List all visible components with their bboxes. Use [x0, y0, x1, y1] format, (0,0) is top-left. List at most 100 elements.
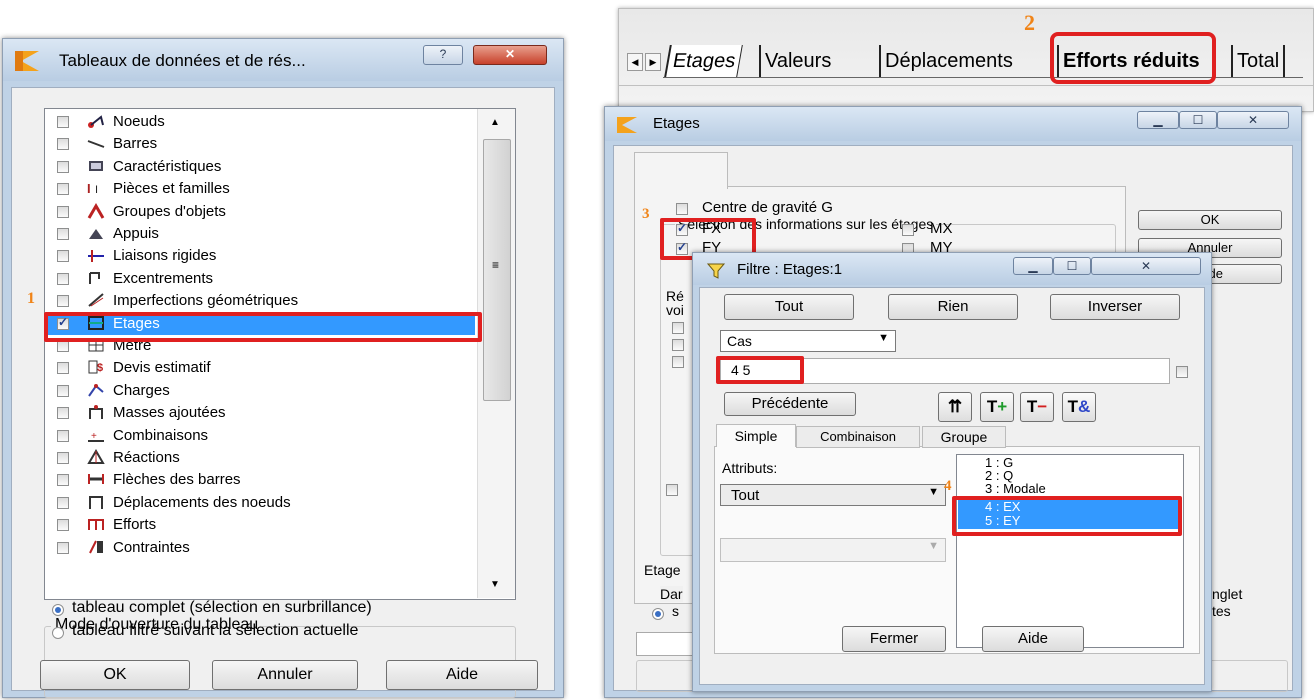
- highlight-input: [716, 356, 804, 384]
- case-list: 1 : G 2 : Q 3 : Modale 4 : EX 5 : EY: [956, 454, 1184, 648]
- filter-add-icon[interactable]: T+: [980, 392, 1014, 422]
- partial-text-dar: Dar: [660, 586, 683, 602]
- list-item[interactable]: $ Devis estimatif: [45, 357, 475, 379]
- filtre-minimize-button[interactable]: ▁: [1013, 257, 1053, 275]
- list-item-checkbox[interactable]: [57, 272, 69, 285]
- list-item[interactable]: Contraintes: [45, 537, 475, 559]
- partial-checkbox-4[interactable]: [666, 484, 678, 496]
- tab-combinaison[interactable]: Combinaison: [796, 426, 920, 448]
- list-item-checkbox[interactable]: [57, 138, 69, 151]
- filtre-dialog: Filtre : Etages:1 ▁ ☐ ✕ Tout Rien Invers…: [692, 252, 1212, 692]
- filtre-dialog-body: Tout Rien Inverser Cas ▼ 4 5 Précédente …: [699, 287, 1205, 685]
- list-item-checkbox[interactable]: [57, 496, 69, 509]
- precedente-button[interactable]: Précédente: [724, 392, 856, 416]
- inverser-button[interactable]: Inverser: [1050, 294, 1180, 320]
- etages-ok-button[interactable]: OK: [1138, 210, 1282, 230]
- list-item-checkbox[interactable]: [57, 474, 69, 487]
- partial-checkbox-2[interactable]: [672, 339, 684, 351]
- list-item[interactable]: Excentrements: [45, 268, 475, 290]
- list-item[interactable]: Efforts: [45, 514, 475, 536]
- case-item-3[interactable]: 3 : Modale: [985, 482, 1046, 495]
- list-item[interactable]: Groupes d'objets: [45, 201, 475, 223]
- etages-page-tab[interactable]: [634, 152, 728, 189]
- fermer-button[interactable]: Fermer: [842, 626, 946, 652]
- list-item[interactable]: Réactions: [45, 447, 475, 469]
- attributs-combo[interactable]: Tout ▼: [720, 484, 946, 506]
- list-item-checkbox[interactable]: [57, 384, 69, 397]
- close-title-button[interactable]: ✕: [473, 45, 547, 65]
- tab-groupe[interactable]: Groupe: [922, 426, 1006, 448]
- centre-gravite-checkbox[interactable]: [676, 203, 688, 215]
- scroll-thumb[interactable]: ≡: [483, 139, 511, 401]
- list-item[interactable]: + Combinaisons: [45, 425, 475, 447]
- tab-scroll-right-icon[interactable]: ▶: [645, 53, 661, 71]
- list-item[interactable]: Imperfections géométriques: [45, 290, 475, 312]
- tab-scroll-left-icon[interactable]: ◀: [627, 53, 643, 71]
- rien-button[interactable]: Rien: [888, 294, 1018, 320]
- scroll-up-icon[interactable]: ▲: [490, 117, 500, 128]
- radio-full-table[interactable]: [52, 604, 64, 616]
- list-item-checkbox[interactable]: [57, 519, 69, 532]
- tab-deplacements[interactable]: Déplacements: [879, 45, 1017, 77]
- list-item[interactable]: Masses ajoutées: [45, 402, 475, 424]
- tab-valeurs[interactable]: Valeurs: [759, 45, 835, 77]
- list-item-checkbox[interactable]: [57, 407, 69, 420]
- scroll-down-icon[interactable]: ▼: [490, 579, 500, 590]
- filter-add-all-icon[interactable]: ⇈: [938, 392, 972, 422]
- tab-total[interactable]: Total: [1231, 45, 1286, 77]
- list-item[interactable]: Caractéristiques: [45, 156, 475, 178]
- etages-dialog-titlebar[interactable]: Etages ▁ ☐ ✕: [605, 107, 1301, 141]
- ok-button[interactable]: OK: [40, 660, 190, 690]
- list-item-checkbox[interactable]: [57, 183, 69, 196]
- list-item[interactable]: Déplacements des noeuds: [45, 492, 475, 514]
- filter-intersect-icon[interactable]: T&: [1062, 392, 1096, 422]
- filtre-close-button[interactable]: ✕: [1091, 257, 1201, 275]
- list-item[interactable]: Charges: [45, 380, 475, 402]
- tab-etages[interactable]: Etages: [664, 45, 744, 77]
- filtre-dialog-titlebar[interactable]: Filtre : Etages:1 ▁ ☐ ✕: [693, 253, 1211, 285]
- partial-checkbox-3[interactable]: [672, 356, 684, 368]
- table-list-scrollbar[interactable]: ▲ ≡ ▼: [477, 109, 515, 598]
- highlight-cases: [952, 496, 1182, 536]
- list-item-label: Devis estimatif: [113, 359, 211, 377]
- help-title-button[interactable]: ?: [423, 45, 463, 65]
- list-item[interactable]: Barres: [45, 133, 475, 155]
- list-item-checkbox[interactable]: [57, 429, 69, 442]
- filter-remove-icon[interactable]: T−: [1020, 392, 1054, 422]
- list-item-checkbox[interactable]: [57, 295, 69, 308]
- highlight-efforts-reduits: [1050, 32, 1216, 84]
- list-item-checkbox[interactable]: [57, 541, 69, 554]
- list-item[interactable]: Flèches des barres: [45, 469, 475, 491]
- svg-text:I: I: [87, 181, 91, 196]
- minimize-button[interactable]: ▁: [1137, 111, 1179, 129]
- cancel-button[interactable]: Annuler: [212, 660, 358, 690]
- groupes-icon: [87, 202, 105, 219]
- maximize-button[interactable]: ☐: [1179, 111, 1217, 129]
- tout-button[interactable]: Tout: [724, 294, 854, 320]
- selection-checkbox[interactable]: [1176, 366, 1188, 378]
- list-item[interactable]: I I Pièces et familles: [45, 178, 475, 200]
- filtre-maximize-button[interactable]: ☐: [1053, 257, 1091, 275]
- list-item[interactable]: Liaisons rigides: [45, 245, 475, 267]
- tables-dialog-titlebar[interactable]: Tableaux de données et de rés... ? ✕: [3, 39, 563, 81]
- list-item-checkbox[interactable]: [57, 116, 69, 128]
- mx-checkbox[interactable]: [902, 224, 914, 236]
- list-item-checkbox[interactable]: [57, 362, 69, 375]
- list-item-checkbox[interactable]: [57, 205, 69, 218]
- list-item[interactable]: Noeuds: [45, 111, 475, 133]
- tab-simple[interactable]: Simple: [716, 424, 796, 447]
- radio-filtered-table[interactable]: [52, 627, 64, 639]
- cas-combo[interactable]: Cas ▼: [720, 330, 896, 352]
- aide-button[interactable]: Aide: [982, 626, 1084, 652]
- list-item-checkbox[interactable]: [57, 250, 69, 263]
- list-item[interactable]: Appuis: [45, 223, 475, 245]
- list-item-checkbox[interactable]: [57, 452, 69, 464]
- list-item-checkbox[interactable]: [57, 228, 69, 240]
- caracteristiques-icon: [87, 158, 105, 174]
- step-marker-1: 1: [27, 290, 35, 307]
- partial-radio[interactable]: [652, 608, 664, 620]
- list-item-checkbox[interactable]: [57, 160, 69, 173]
- help-button[interactable]: Aide: [386, 660, 538, 690]
- partial-checkbox-1[interactable]: [672, 322, 684, 334]
- etages-close-button[interactable]: ✕: [1217, 111, 1289, 129]
